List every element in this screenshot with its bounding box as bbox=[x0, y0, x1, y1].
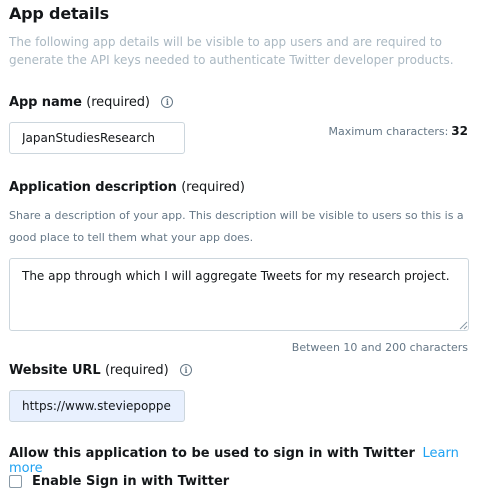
max-characters: Maximum characters: 32 bbox=[328, 124, 468, 138]
app-name-required: (required) bbox=[86, 95, 150, 110]
length-hint: Between 10 and 200 characters bbox=[291, 341, 468, 354]
app-description-required: (required) bbox=[181, 180, 245, 195]
website-url-required: (required) bbox=[104, 363, 169, 378]
signin-heading-text: Allow this application to be used to sig… bbox=[9, 446, 415, 461]
website-url-input[interactable] bbox=[9, 390, 185, 422]
app-description-label: Application description (required) bbox=[9, 180, 245, 195]
enable-signin-label[interactable]: Enable Sign in with Twitter bbox=[32, 474, 229, 489]
app-name-input[interactable] bbox=[9, 122, 185, 154]
signin-heading: Allow this application to be used to sig… bbox=[9, 446, 482, 476]
app-name-label-text: App name bbox=[9, 95, 82, 110]
section-title: App details bbox=[9, 4, 109, 23]
max-characters-value: 32 bbox=[451, 124, 468, 138]
app-name-label: App name (required) i bbox=[9, 95, 174, 110]
info-icon[interactable]: i bbox=[161, 96, 174, 108]
section-description: The following app details will be visibl… bbox=[9, 35, 454, 67]
resize-grip-icon[interactable] bbox=[458, 320, 468, 330]
enable-signin-row[interactable]: Enable Sign in with Twitter bbox=[9, 474, 229, 489]
website-url-label: Website URL (required) i bbox=[9, 363, 192, 378]
website-url-label-text: Website URL bbox=[9, 363, 101, 378]
max-characters-label: Maximum characters: bbox=[328, 125, 449, 138]
app-description-help: Share a description of your app. This de… bbox=[9, 209, 464, 244]
info-icon[interactable]: i bbox=[180, 364, 192, 376]
app-description-label-text: Application description bbox=[9, 180, 177, 195]
enable-signin-checkbox[interactable] bbox=[9, 475, 22, 488]
app-description-textarea[interactable]: The app through which I will aggregate T… bbox=[9, 258, 469, 331]
app-details-form: App details The following app details wi… bbox=[0, 0, 482, 493]
